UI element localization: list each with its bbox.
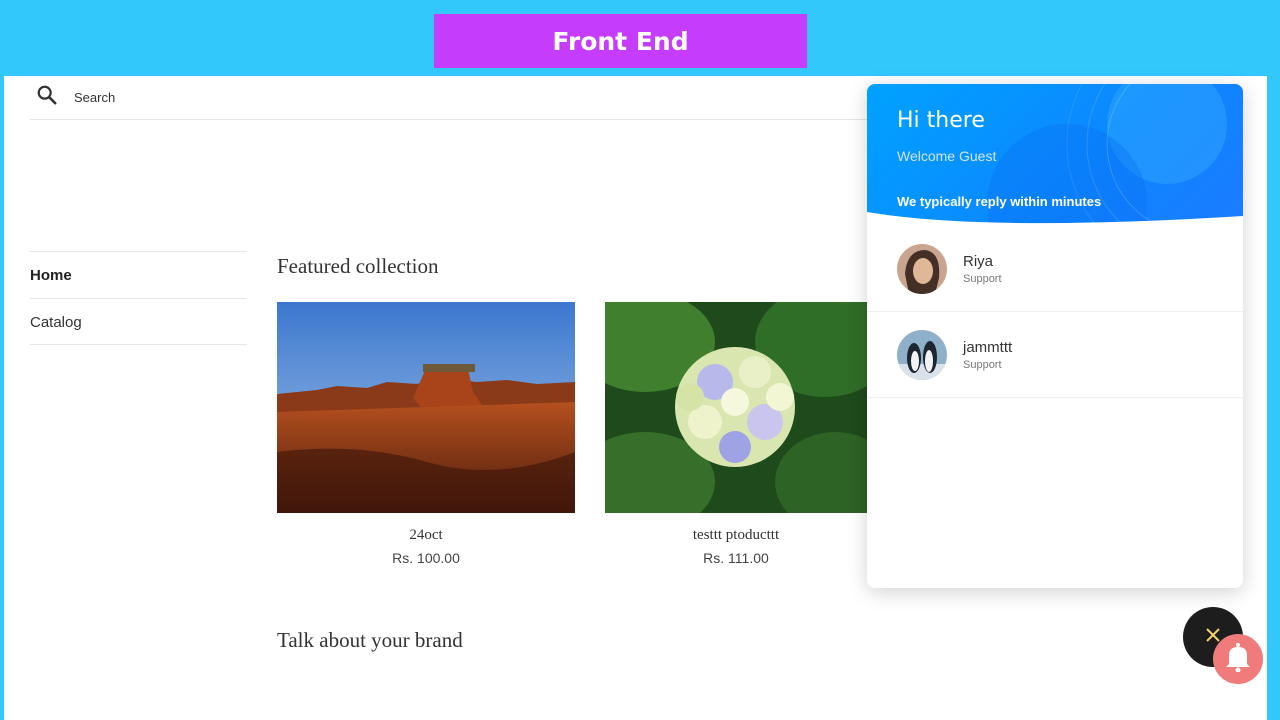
agent-item-jammttt[interactable]: jammttt Support bbox=[867, 312, 1243, 398]
avatar bbox=[897, 243, 947, 294]
chat-reply-time: We typically reply within minutes bbox=[897, 194, 1102, 209]
nav-item-catalog[interactable]: Catalog bbox=[30, 298, 247, 345]
product-card[interactable]: testtt ptoducttt Rs. 111.00 bbox=[605, 302, 867, 566]
agent-role: Support bbox=[963, 358, 1002, 371]
agent-name: jammttt bbox=[963, 338, 1013, 356]
agent-item-riya[interactable]: Riya Support bbox=[867, 226, 1243, 312]
brand-section-title: Talk about your brand bbox=[277, 628, 463, 652]
product-name[interactable]: testtt ptoducttt bbox=[605, 527, 867, 544]
notification-bell-button[interactable] bbox=[1213, 634, 1263, 684]
front-end-banner: Front End bbox=[434, 14, 807, 68]
avatar bbox=[897, 329, 947, 380]
product-name[interactable]: 24oct bbox=[277, 527, 575, 544]
product-price: Rs. 100.00 bbox=[392, 550, 460, 566]
search-input[interactable]: Search bbox=[74, 90, 115, 105]
sidebar-nav: Home Catalog bbox=[30, 251, 247, 345]
chat-widget-panel: Hi there Welcome Guest We typically repl… bbox=[867, 84, 1243, 588]
chat-greeting: Hi there bbox=[897, 108, 985, 133]
bell-icon[interactable] bbox=[1225, 642, 1251, 677]
agent-name: Riya bbox=[963, 252, 994, 270]
agent-role: Support bbox=[963, 272, 1002, 285]
product-image-desert[interactable] bbox=[277, 302, 575, 513]
nav-item-home[interactable]: Home bbox=[30, 251, 247, 298]
chat-header: Hi there Welcome Guest We typically repl… bbox=[867, 84, 1243, 226]
search-bar[interactable]: Search bbox=[30, 76, 870, 120]
search-icon[interactable] bbox=[30, 84, 58, 111]
product-image-hydrangea[interactable] bbox=[605, 302, 867, 513]
featured-collection-title: Featured collection bbox=[277, 254, 439, 278]
banner-label: Front End bbox=[552, 26, 689, 56]
chat-welcome-text: Welcome Guest bbox=[897, 148, 997, 164]
product-price: Rs. 111.00 bbox=[703, 550, 769, 566]
product-card[interactable]: 24oct Rs. 100.00 bbox=[277, 302, 575, 566]
